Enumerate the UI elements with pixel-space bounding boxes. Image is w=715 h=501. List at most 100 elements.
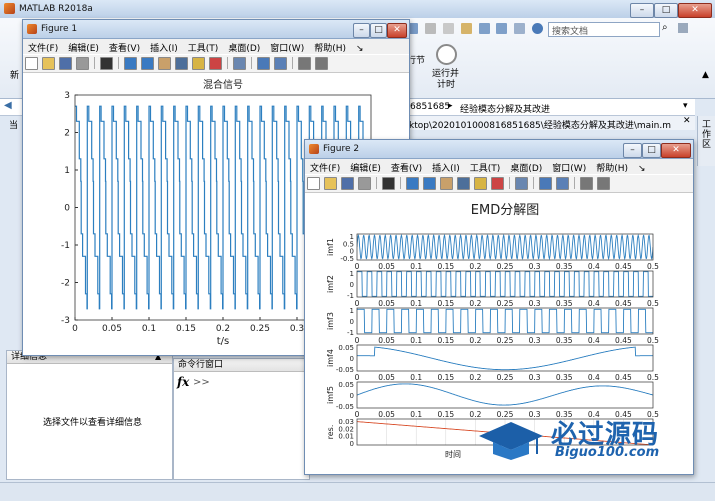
workspace-side-tab[interactable]: 工作区 <box>697 116 715 166</box>
figure2-xtick-label: 0.1 <box>410 336 422 345</box>
rotate-icon[interactable] <box>457 177 470 190</box>
figure1-menu-item[interactable]: 桌面(D) <box>223 39 265 56</box>
main-minimize-button[interactable]: – <box>630 3 654 18</box>
rotate-icon[interactable] <box>175 57 188 70</box>
pan-icon[interactable] <box>440 177 453 190</box>
figure2-xtick-label: 0.15 <box>437 262 454 271</box>
stopwatch-icon <box>436 44 457 65</box>
figure2-ytick-label: -1 <box>347 292 354 300</box>
show-plot-tools-icon[interactable] <box>315 57 328 70</box>
figure2-menu-dock-icon[interactable]: ↘ <box>633 162 651 176</box>
figure2-menu-item[interactable]: 工具(T) <box>465 159 506 176</box>
figure1-logo-icon <box>27 24 37 34</box>
main-close-button[interactable]: ✕ <box>678 3 712 18</box>
filter-icon[interactable] <box>678 23 688 33</box>
run-and-time-button[interactable]: 运行并 计时 <box>428 42 464 102</box>
help-icon[interactable] <box>532 23 544 34</box>
show-plot-tools-icon[interactable] <box>597 177 610 190</box>
figure2-xtick-label: 0.3 <box>529 262 541 271</box>
redo-icon[interactable] <box>496 23 508 34</box>
switch-windows-icon[interactable] <box>514 23 526 34</box>
insert-colorbar-icon[interactable] <box>257 57 270 70</box>
insert-legend-icon[interactable] <box>274 57 287 70</box>
figure1-toolbar-separator <box>118 57 119 69</box>
insert-colorbar-icon[interactable] <box>539 177 552 190</box>
figure2-close-button[interactable]: ✕ <box>661 143 691 158</box>
back-arrow-icon[interactable]: ◀ <box>4 100 12 111</box>
breadcrumb-segment[interactable]: 6851685 <box>410 102 450 112</box>
figure1-menu-item[interactable]: 插入(I) <box>145 39 183 56</box>
zoom-in-icon[interactable] <box>406 177 419 190</box>
figure2-xtick-label: 0.3 <box>529 373 541 382</box>
copy-icon[interactable] <box>442 23 454 34</box>
main-maximize-button[interactable]: □ <box>654 3 678 18</box>
new-figure-icon[interactable] <box>307 177 320 190</box>
figure1-menu-item[interactable]: 查看(V) <box>104 39 145 56</box>
command-window-title: 命令行窗口 <box>178 360 224 370</box>
save-figure-icon[interactable] <box>59 57 72 70</box>
command-window[interactable]: 命令行窗口 fx >> <box>173 358 310 480</box>
paste-icon[interactable] <box>460 23 472 34</box>
data-cursor-icon[interactable] <box>192 57 205 70</box>
figure1-titlebar: Figure 1 – □ ✕ <box>23 20 409 39</box>
figure2-menu-item[interactable]: 窗口(W) <box>547 159 591 176</box>
figure1-minimize-button[interactable]: – <box>353 23 370 38</box>
editor-pane-close-icon[interactable]: ✕ <box>683 116 691 126</box>
figure2-xtick-label: 0.1 <box>410 262 422 271</box>
figure1-menu-item[interactable]: 帮助(H) <box>309 39 351 56</box>
figure1-menu-item[interactable]: 编辑(E) <box>63 39 104 56</box>
brush-icon[interactable] <box>209 57 222 70</box>
brush-icon[interactable] <box>491 177 504 190</box>
open-file-icon[interactable] <box>42 57 55 70</box>
open-file-icon[interactable] <box>324 177 337 190</box>
figure1-menu-item[interactable]: 文件(F) <box>23 39 63 56</box>
print-icon[interactable] <box>358 177 371 190</box>
cut-icon[interactable] <box>424 23 436 34</box>
figure2-menu-item[interactable]: 桌面(D) <box>505 159 547 176</box>
pointer-icon[interactable] <box>100 57 113 70</box>
figure2-ytick-label: 1 <box>350 270 354 278</box>
figure2-ytick-label: 1 <box>350 307 354 315</box>
search-box[interactable]: 搜索文档 <box>548 22 660 37</box>
breadcrumb-dropdown-icon[interactable]: ▾ <box>683 101 688 111</box>
link-plot-icon[interactable] <box>515 177 528 190</box>
figure2-menu-item[interactable]: 编辑(E) <box>345 159 386 176</box>
insert-legend-icon[interactable] <box>556 177 569 190</box>
figure2-xtick-label: 0.45 <box>615 336 632 345</box>
search-input[interactable]: 搜索文档 <box>552 24 588 37</box>
figure1-maximize-button[interactable]: □ <box>370 23 387 38</box>
figure2-xtick-label: 0.15 <box>437 336 454 345</box>
figure2-maximize-button[interactable]: □ <box>642 143 661 158</box>
figure2-subplot-line-4 <box>357 346 653 371</box>
figure2-ytick-label: -1 <box>347 329 354 337</box>
search-icon[interactable]: ⌕ <box>662 22 674 34</box>
zoom-in-icon[interactable] <box>124 57 137 70</box>
ribbon-left-label[interactable]: 新 <box>10 68 19 81</box>
toolstrip-collapse-icon[interactable]: ▲ <box>702 70 709 80</box>
new-figure-icon[interactable] <box>25 57 38 70</box>
data-cursor-icon[interactable] <box>474 177 487 190</box>
pointer-icon[interactable] <box>382 177 395 190</box>
figure2-xtick-label: 0 <box>355 299 360 308</box>
figure1-close-button[interactable]: ✕ <box>387 23 407 38</box>
figure2-menu-item[interactable]: 文件(F) <box>305 159 345 176</box>
pan-icon[interactable] <box>158 57 171 70</box>
fx-icon[interactable]: fx <box>177 375 189 389</box>
figure1-menu-item[interactable]: 工具(T) <box>183 39 224 56</box>
breadcrumb-folder[interactable]: 经验模态分解及其改进 <box>460 102 550 115</box>
hide-plot-tools-icon[interactable] <box>298 57 311 70</box>
figure1-menu-item[interactable]: 窗口(W) <box>265 39 309 56</box>
figure1-menu-dock-icon[interactable]: ↘ <box>351 42 369 56</box>
link-plot-icon[interactable] <box>233 57 246 70</box>
save-figure-icon[interactable] <box>341 177 354 190</box>
figure2-minimize-button[interactable]: – <box>623 143 642 158</box>
figure2-menu-item[interactable]: 帮助(H) <box>591 159 633 176</box>
zoom-out-icon[interactable] <box>141 57 154 70</box>
hide-plot-tools-icon[interactable] <box>580 177 593 190</box>
zoom-out-icon[interactable] <box>423 177 436 190</box>
undo-icon[interactable] <box>478 23 490 34</box>
figure2-menu-item[interactable]: 查看(V) <box>386 159 427 176</box>
figure2-xtick-label: 0.15 <box>437 410 454 419</box>
figure2-menu-item[interactable]: 插入(I) <box>427 159 465 176</box>
print-icon[interactable] <box>76 57 89 70</box>
